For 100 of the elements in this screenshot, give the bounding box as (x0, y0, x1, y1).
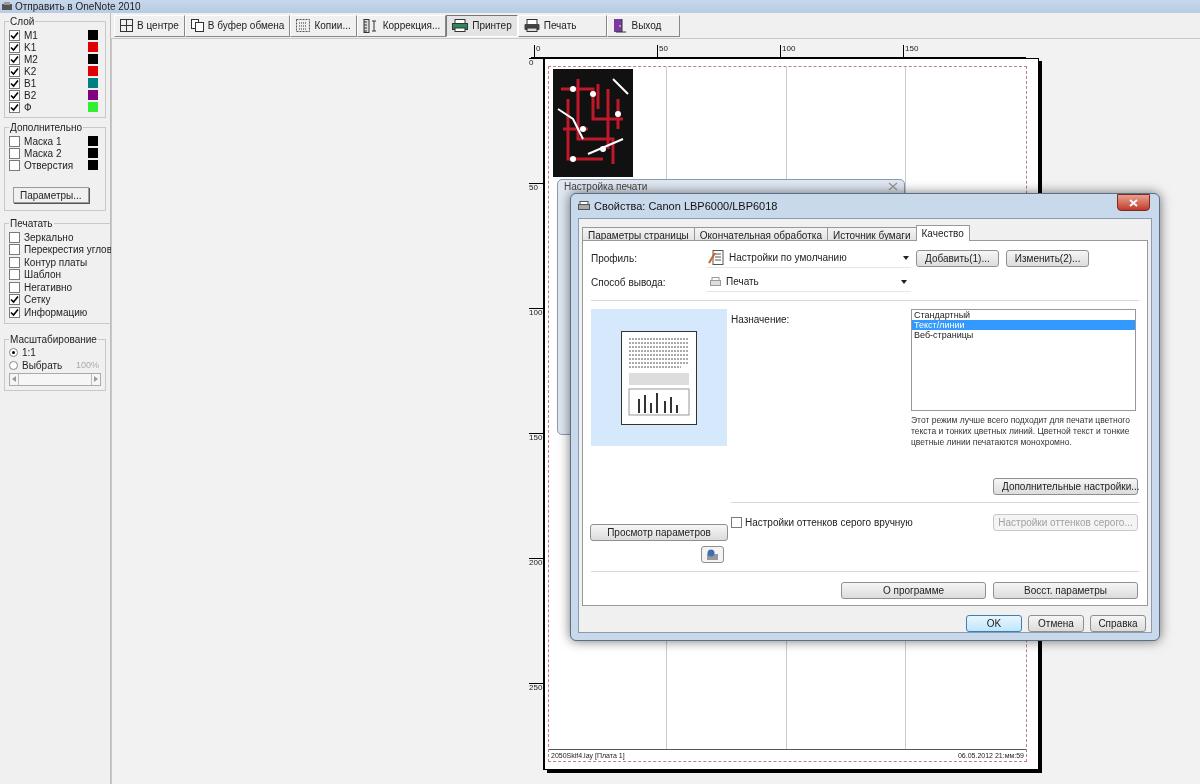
checked-checkbox[interactable] (9, 41, 20, 53)
layer-label: K2 (24, 64, 38, 79)
advanced-settings-button[interactable]: Дополнительные настройки... (993, 478, 1138, 495)
ruler-icon (362, 18, 379, 33)
toolbar-button[interactable]: Коррекция... (356, 14, 447, 37)
dialog-button[interactable]: Справка (1090, 615, 1146, 632)
checkbox[interactable] (9, 231, 20, 243)
output-dropdown[interactable]: Печать (706, 272, 911, 292)
dropdown-arrow-icon (903, 255, 909, 260)
grid-icon (120, 19, 133, 32)
scroll-right-icon[interactable] (91, 373, 100, 385)
ruler-label: 50 (659, 45, 669, 53)
option-label: Информацию (24, 305, 88, 320)
view-settings-button[interactable]: Просмотр параметров (590, 524, 728, 541)
checked-checkbox[interactable] (9, 65, 20, 77)
document-pen-icon (708, 250, 724, 265)
toolbar-button[interactable]: В буфер обмена (184, 14, 291, 37)
field-label: Профиль: (591, 251, 638, 266)
checkbox[interactable] (9, 159, 20, 171)
door-icon (613, 18, 628, 33)
checkbox[interactable] (731, 517, 742, 528)
dialog-button[interactable]: OK (966, 615, 1022, 632)
option-label: Перекрестия углов (24, 243, 112, 258)
edit-button[interactable]: Изменить(2)... (1005, 249, 1090, 267)
option-label: Маска 2 (24, 146, 63, 161)
scroll-left-icon[interactable] (10, 373, 19, 385)
dropdown-arrow-icon (901, 279, 907, 284)
layer-label: Ф (24, 100, 33, 115)
dialog-button[interactable]: Отмена (1028, 615, 1084, 632)
checked-checkbox[interactable] (9, 53, 20, 65)
group-title: Печатать (9, 217, 54, 231)
layer-label: B1 (24, 76, 38, 91)
purpose-list[interactable]: Стандартный Текст/линии Веб-страницы (911, 309, 1136, 411)
list-item[interactable]: Веб-страницы (912, 330, 1135, 340)
tab[interactable]: Качество (915, 225, 970, 241)
restore-defaults-button[interactable]: Восст. параметры (993, 582, 1138, 599)
checkbox[interactable] (9, 281, 20, 293)
layer-label: M2 (24, 52, 39, 67)
checkbox[interactable] (9, 256, 20, 268)
about-button[interactable]: О программе (841, 582, 986, 599)
ruler-label: 100 (529, 309, 543, 317)
ruler-label: 150 (905, 45, 920, 53)
list-item[interactable]: Стандартный (912, 310, 1135, 320)
checked-checkbox[interactable] (9, 294, 20, 306)
checked-checkbox[interactable] (9, 306, 20, 318)
printer-info-icon (706, 548, 719, 561)
printer-icon (523, 19, 540, 32)
toolbar-button[interactable]: Принтер (446, 14, 518, 37)
radio-button[interactable] (9, 348, 18, 358)
ruler-label: 0 (536, 45, 542, 53)
group-title: Дополнительно (9, 121, 83, 135)
layer-label: M1 (24, 28, 39, 43)
ruler-label: 0 (529, 59, 535, 67)
ruler-label: 250 (529, 684, 543, 692)
field-label: Назначение: (731, 313, 791, 327)
group-title: Слой (9, 15, 36, 29)
checked-checkbox[interactable] (9, 29, 20, 41)
toolbar-button[interactable]: В центре (114, 14, 185, 37)
checkbox[interactable] (9, 269, 20, 281)
info-button[interactable] (701, 546, 724, 563)
checkbox[interactable] (9, 244, 20, 256)
option-label: Отверстия (24, 158, 75, 173)
checkbox[interactable] (9, 135, 20, 147)
toolbar-button[interactable]: Печать (517, 14, 608, 37)
percent-label: 100% (75, 358, 99, 372)
profile-dropdown[interactable]: Настройки по умолчанию (706, 248, 911, 268)
parameters-button[interactable]: Параметры... (13, 187, 89, 203)
option-label: Контур платы (24, 255, 88, 269)
option-label: Шаблон (24, 268, 62, 283)
option-label: Зеркально (24, 230, 74, 245)
field-label: Способ вывода: (591, 275, 667, 290)
checked-checkbox[interactable] (9, 77, 20, 89)
printer-icon (452, 19, 469, 32)
option-label: Негативно (24, 280, 73, 295)
tab[interactable]: Источник бумаги (826, 227, 917, 241)
add-button[interactable]: Добавить(1)... (916, 249, 999, 267)
close-button[interactable] (1117, 194, 1150, 211)
layer-label: K1 (24, 40, 38, 55)
checkbox[interactable] (9, 147, 20, 159)
dialog-title: Настройка печати (564, 181, 648, 192)
ruler-label: 50 (529, 184, 539, 192)
checked-checkbox[interactable] (9, 101, 20, 113)
checked-checkbox[interactable] (9, 89, 20, 101)
option-label: 1:1 (22, 346, 37, 360)
checkbox-label: Настройки оттенков серого вручную (745, 516, 913, 530)
close-icon (1129, 198, 1138, 207)
radio-button[interactable] (9, 360, 18, 370)
option-label: Маска 1 (24, 134, 63, 149)
copy-icon (190, 19, 204, 32)
app-icon (2, 2, 12, 11)
scrollbar[interactable] (9, 372, 101, 386)
option-label: Сетку (24, 293, 51, 307)
toolbar-button[interactable]: Выход (607, 14, 681, 37)
toolbar-button[interactable]: Копии... (290, 14, 357, 37)
tab[interactable]: Параметры страницы (582, 227, 695, 241)
grid-dots-icon (296, 19, 311, 32)
close-icon[interactable] (888, 182, 898, 191)
tab[interactable]: Окончательная обработка (693, 227, 828, 241)
printer-icon (578, 201, 590, 211)
window-title: Отправить в OneNote 2010 (15, 1, 141, 12)
